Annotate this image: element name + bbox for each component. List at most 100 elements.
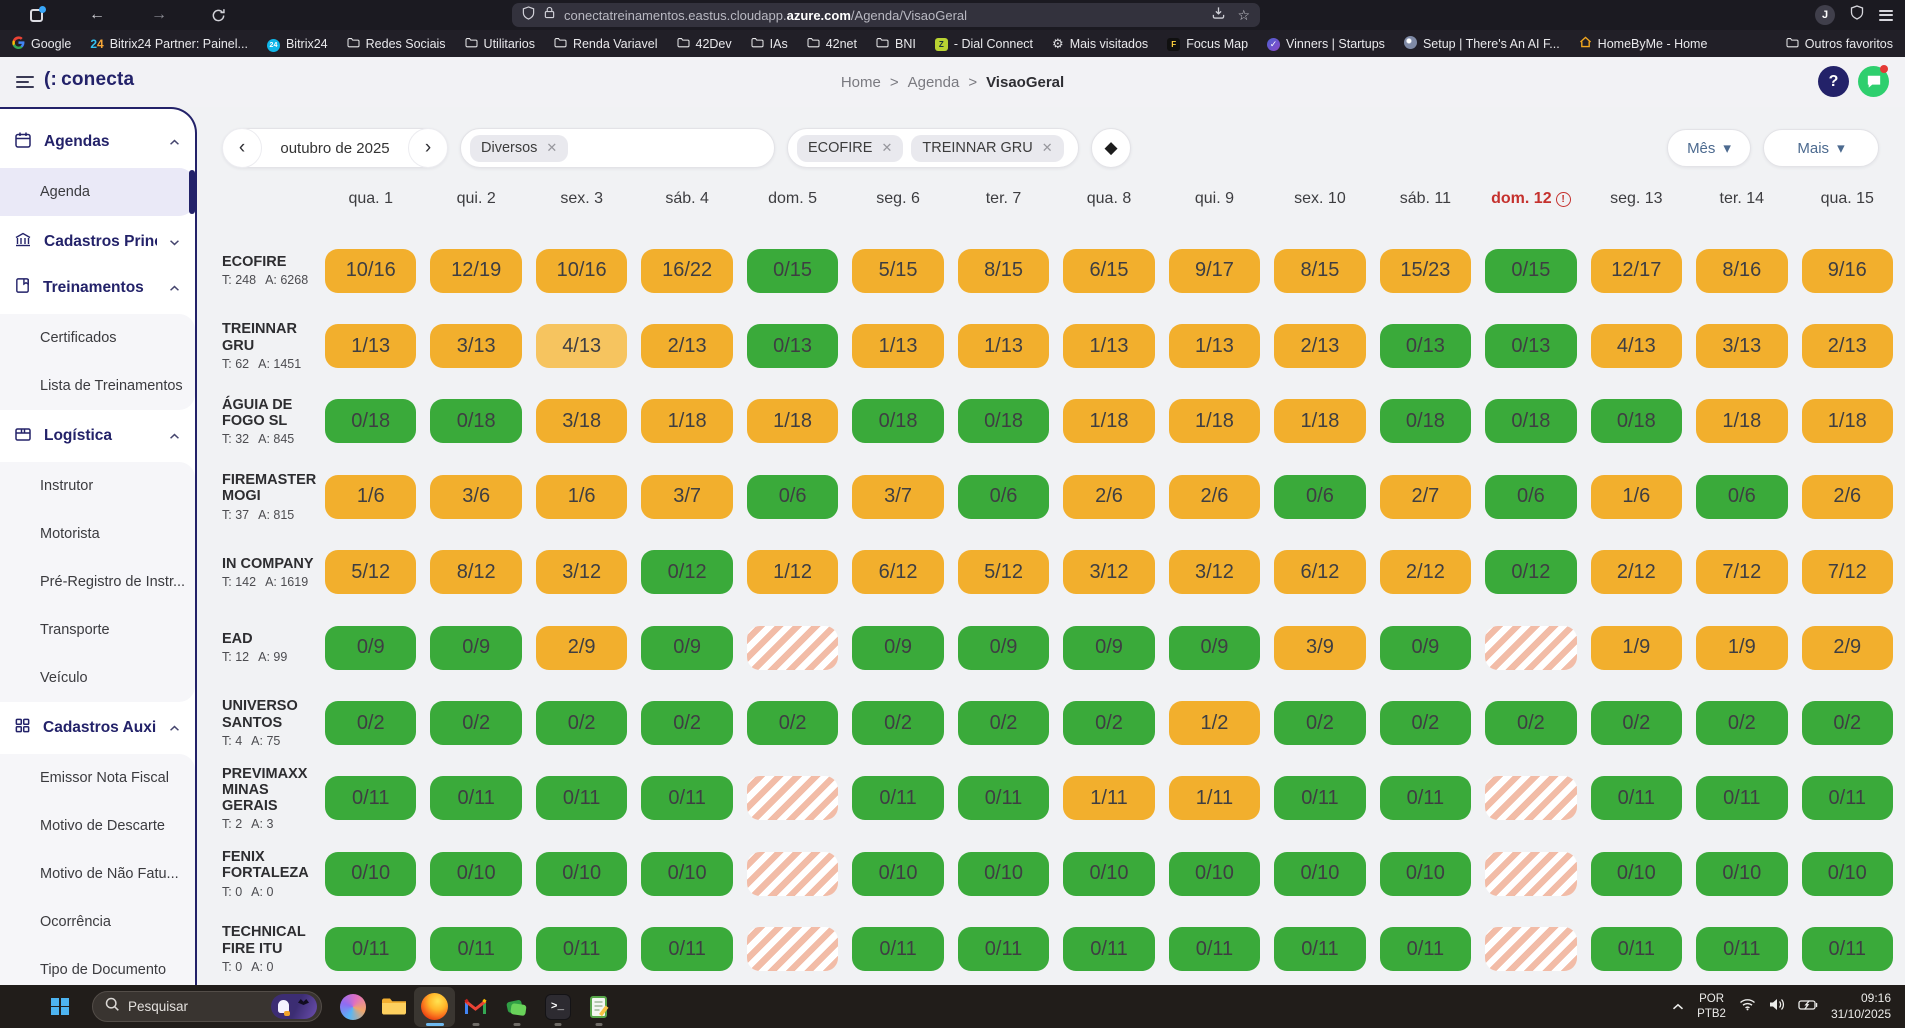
- agenda-cell[interactable]: 0/2: [747, 701, 838, 745]
- agenda-cell[interactable]: 1/18: [1802, 399, 1893, 443]
- bookmark-mais-visitados[interactable]: ⚙Mais visitados: [1052, 37, 1148, 51]
- agenda-cell[interactable]: 0/10: [1591, 852, 1682, 896]
- agenda-cell[interactable]: 2/9: [536, 626, 627, 670]
- sidebar-section-cadastros-princip[interactable]: Cadastros Princip...: [0, 219, 195, 265]
- agenda-cell[interactable]: 0/2: [1274, 701, 1365, 745]
- sidebar-item-motivo-de-n-o-fatu[interactable]: Motivo de Não Fatu...: [0, 850, 195, 898]
- agenda-cell[interactable]: 16/22: [641, 249, 732, 293]
- bookmark-google[interactable]: Google: [12, 36, 71, 52]
- agenda-cell[interactable]: 0/10: [1696, 852, 1787, 896]
- notepad-icon[interactable]: [578, 987, 619, 1027]
- breadcrumb-agenda[interactable]: Agenda: [908, 74, 960, 91]
- agenda-cell[interactable]: 0/10: [325, 852, 416, 896]
- agenda-cell[interactable]: 0/11: [1274, 776, 1365, 820]
- agenda-cell[interactable]: 8/15: [958, 249, 1049, 293]
- agenda-cell[interactable]: 0/11: [430, 927, 521, 971]
- agenda-cell[interactable]: 10/16: [325, 249, 416, 293]
- agenda-cell[interactable]: 0/2: [958, 701, 1049, 745]
- agenda-cell[interactable]: 0/2: [1063, 701, 1154, 745]
- agenda-cell[interactable]: 0/11: [1591, 776, 1682, 820]
- agenda-cell[interactable]: 0/11: [1802, 776, 1893, 820]
- bookmark-setup-there-s-an-ai-f[interactable]: Setup | There's An AI F...: [1404, 36, 1560, 52]
- agenda-cell[interactable]: 0/2: [430, 701, 521, 745]
- bookmark-utilitarios[interactable]: Utilitarios: [465, 37, 535, 51]
- browser-menu-icon[interactable]: [1879, 7, 1893, 23]
- agenda-cell[interactable]: 3/6: [430, 475, 521, 519]
- agenda-cell[interactable]: 2/6: [1063, 475, 1154, 519]
- agenda-cell[interactable]: 0/9: [325, 626, 416, 670]
- chat-button[interactable]: [1858, 66, 1889, 97]
- terminal-icon[interactable]: >_: [537, 987, 578, 1027]
- agenda-cell[interactable]: 5/12: [325, 550, 416, 594]
- agenda-cell[interactable]: 0/12: [641, 550, 732, 594]
- bookmark-renda-variavel[interactable]: Renda Variavel: [554, 37, 658, 51]
- sidebar-item-lista-de-treinamentos[interactable]: Lista de Treinamentos: [0, 362, 195, 410]
- gmail-icon[interactable]: [455, 987, 496, 1027]
- sidebar-item-ve-culo[interactable]: Veículo: [0, 654, 195, 702]
- agenda-cell[interactable]: 0/10: [852, 852, 943, 896]
- agenda-cell[interactable]: 0/9: [852, 626, 943, 670]
- agenda-cell[interactable]: 0/9: [1169, 626, 1260, 670]
- agenda-cell[interactable]: 1/18: [747, 399, 838, 443]
- sidebar-item-instrutor[interactable]: Instrutor: [0, 462, 195, 510]
- firefox-icon[interactable]: [414, 987, 455, 1027]
- next-month-button[interactable]: ›: [408, 128, 448, 168]
- green-app-icon[interactable]: [496, 987, 537, 1027]
- agenda-cell[interactable]: 1/13: [852, 324, 943, 368]
- more-actions-dropdown[interactable]: Mais▾: [1763, 129, 1879, 167]
- agenda-cell[interactable]: 0/18: [325, 399, 416, 443]
- agenda-cell[interactable]: 5/12: [958, 550, 1049, 594]
- bookmark-bitrix24[interactable]: 24Bitrix24: [267, 36, 328, 52]
- agenda-cell[interactable]: 0/11: [958, 927, 1049, 971]
- agenda-cell[interactable]: 3/7: [641, 475, 732, 519]
- back-icon[interactable]: ←: [89, 7, 105, 23]
- agenda-cell[interactable]: 1/18: [1169, 399, 1260, 443]
- agenda-cell[interactable]: 1/13: [325, 324, 416, 368]
- agenda-cell[interactable]: 0/18: [1380, 399, 1471, 443]
- agenda-cell[interactable]: 5/15: [852, 249, 943, 293]
- profile-avatar[interactable]: J: [1815, 5, 1835, 25]
- agenda-cell[interactable]: 0/10: [1274, 852, 1365, 896]
- location-filter-input[interactable]: ECOFIRE✕TREINNAR GRU✕: [787, 128, 1079, 168]
- bookmark-redes-sociais[interactable]: Redes Sociais: [347, 37, 446, 51]
- bookmark-bni[interactable]: BNI: [876, 37, 916, 51]
- agenda-cell[interactable]: 0/11: [1380, 776, 1471, 820]
- bookmark-other-favorites[interactable]: Outros favoritos: [1786, 37, 1893, 51]
- bookmark-star-icon[interactable]: ☆: [1237, 8, 1250, 22]
- agenda-cell[interactable]: 7/12: [1802, 550, 1893, 594]
- agenda-cell[interactable]: 0/6: [1485, 475, 1576, 519]
- sidebar-item-certificados[interactable]: Certificados: [0, 314, 195, 362]
- sidebar-item-agenda[interactable]: Agenda: [0, 168, 195, 216]
- bookmark-dial-connect[interactable]: Z- Dial Connect: [935, 36, 1033, 51]
- agenda-cell[interactable]: 0/10: [1380, 852, 1471, 896]
- agenda-cell[interactable]: 0/10: [958, 852, 1049, 896]
- view-mode-dropdown[interactable]: Mês▾: [1667, 129, 1751, 167]
- agenda-cell[interactable]: 0/9: [1380, 626, 1471, 670]
- breadcrumb-home[interactable]: Home: [841, 74, 881, 91]
- sidebar-item-pr-registro-de-instr[interactable]: Pré-Registro de Instr...: [0, 558, 195, 606]
- agenda-cell[interactable]: 3/12: [1169, 550, 1260, 594]
- agenda-cell[interactable]: 1/9: [1591, 626, 1682, 670]
- agenda-cell[interactable]: 0/10: [641, 852, 732, 896]
- volume-icon[interactable]: [1769, 998, 1785, 1016]
- bookmark-ias[interactable]: IAs: [751, 37, 788, 51]
- agenda-cell[interactable]: 0/6: [958, 475, 1049, 519]
- agenda-cell[interactable]: 0/9: [1063, 626, 1154, 670]
- agenda-cell[interactable]: 4/13: [536, 324, 627, 368]
- agenda-cell[interactable]: 9/16: [1802, 249, 1893, 293]
- agenda-cell[interactable]: 0/10: [536, 852, 627, 896]
- previous-month-button[interactable]: ‹: [222, 128, 262, 168]
- sidebar-item-transporte[interactable]: Transporte: [0, 606, 195, 654]
- agenda-cell[interactable]: 0/18: [1485, 399, 1576, 443]
- agenda-cell[interactable]: 1/6: [536, 475, 627, 519]
- agenda-cell[interactable]: 0/2: [641, 701, 732, 745]
- agenda-cell[interactable]: 0/11: [536, 776, 627, 820]
- agenda-cell[interactable]: 1/13: [1169, 324, 1260, 368]
- clear-filters-button[interactable]: ◆: [1091, 128, 1131, 168]
- agenda-cell[interactable]: 0/18: [1591, 399, 1682, 443]
- agenda-cell[interactable]: 0/9: [641, 626, 732, 670]
- sidebar-item-tipo-de-documento[interactable]: Tipo de Documento: [0, 946, 195, 985]
- agenda-cell[interactable]: 1/9: [1696, 626, 1787, 670]
- agenda-cell[interactable]: 2/13: [1274, 324, 1365, 368]
- agenda-cell[interactable]: 7/12: [1696, 550, 1787, 594]
